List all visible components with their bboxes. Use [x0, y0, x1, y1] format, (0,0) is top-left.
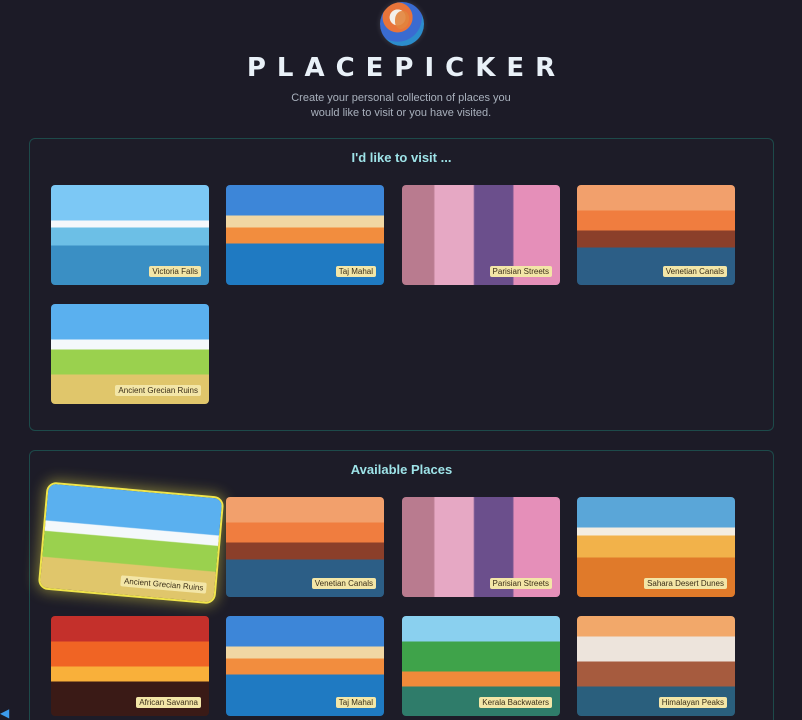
- place-card-ancient-grecian-ruins[interactable]: Ancient Grecian Ruins: [39, 483, 223, 603]
- place-card-venetian-canals[interactable]: Venetian Canals: [226, 497, 384, 597]
- place-label: Venetian Canals: [662, 266, 727, 277]
- place-card-sahara-desert-dunes[interactable]: Sahara Desert Dunes: [577, 497, 735, 597]
- place-label: Himalayan Peaks: [658, 697, 727, 708]
- vscode-icon: ◀: [0, 706, 10, 720]
- place-card-parisian-streets[interactable]: Parisian Streets: [402, 497, 560, 597]
- globe-logo-icon: [380, 2, 424, 46]
- app-title: PLACEPICKER: [246, 53, 567, 83]
- place-label: Ancient Grecian Ruins: [115, 385, 201, 396]
- place-label: Kerala Backwaters: [479, 697, 552, 708]
- place-card-african-savanna[interactable]: African Savanna: [51, 616, 209, 716]
- place-label: Victoria Falls: [149, 266, 201, 277]
- tagline: Create your personal collection of place…: [291, 92, 511, 119]
- visit-section: I'd like to visit ... Victoria Falls Taj…: [29, 138, 774, 431]
- place-card-victoria-falls[interactable]: Victoria Falls: [51, 185, 209, 285]
- place-label: Parisian Streets: [489, 266, 552, 277]
- place-card-taj-mahal[interactable]: Taj Mahal: [226, 185, 384, 285]
- available-section-title: Available Places: [350, 462, 453, 477]
- place-label: Ancient Grecian Ruins: [120, 575, 207, 594]
- place-card-ancient-grecian-ruins[interactable]: Ancient Grecian Ruins: [51, 304, 209, 404]
- place-label: Sahara Desert Dunes: [644, 578, 727, 589]
- place-label: African Savanna: [136, 697, 201, 708]
- place-card-himalayan-peaks[interactable]: Himalayan Peaks: [577, 616, 735, 716]
- place-card-parisian-streets[interactable]: Parisian Streets: [402, 185, 560, 285]
- place-label: Taj Mahal: [335, 697, 376, 708]
- place-card-venetian-canals[interactable]: Venetian Canals: [577, 185, 735, 285]
- available-section: Available Places Ancient Grecian Ruins V…: [29, 450, 774, 720]
- place-label: Venetian Canals: [311, 578, 376, 589]
- visit-section-title: I'd like to visit ...: [351, 150, 452, 165]
- place-label: Parisian Streets: [489, 578, 552, 589]
- place-label: Taj Mahal: [335, 266, 376, 277]
- place-card-kerala-backwaters[interactable]: Kerala Backwaters: [402, 616, 560, 716]
- place-card-taj-mahal[interactable]: Taj Mahal: [226, 616, 384, 716]
